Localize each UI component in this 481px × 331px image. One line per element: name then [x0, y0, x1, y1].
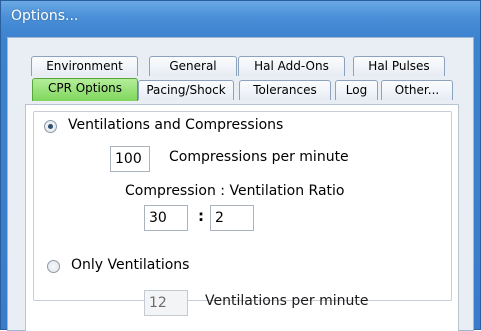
tab-other[interactable]: Other... [381, 80, 453, 100]
ventilations-and-compressions-label: Ventilations and Compressions [68, 117, 284, 133]
options-window: Options... Environment General Hal Add-O… [0, 0, 481, 331]
window-title: Options... [11, 8, 79, 24]
only-ventilations-label: Only Ventilations [71, 257, 190, 273]
tab-environment[interactable]: Environment [31, 56, 138, 76]
ratio-separator: : [198, 207, 204, 225]
compressions-per-minute-input[interactable]: 100 [110, 146, 150, 172]
cpr-options-panel: Ventilations and Compressions 100 Compre… [25, 104, 459, 331]
ratio-label: Compression : Ventilation Ratio [125, 183, 345, 199]
ventilations-per-minute-label: Ventilations per minute [205, 293, 369, 309]
ventilations-and-compressions-radio[interactable] [44, 120, 57, 133]
tab-pacing-shock[interactable]: Pacing/Shock [138, 80, 234, 100]
tab-log[interactable]: Log [335, 80, 378, 100]
compressions-per-minute-label: Compressions per minute [169, 149, 349, 165]
title-bar[interactable]: Options... [1, 1, 480, 33]
ratio-ventilation-input[interactable]: 2 [210, 205, 254, 231]
ratio-compression-input[interactable]: 30 [144, 205, 188, 231]
tab-hal-add-ons[interactable]: Hal Add-Ons [238, 56, 345, 76]
tab-general[interactable]: General [149, 56, 237, 76]
only-ventilations-radio[interactable] [47, 260, 60, 273]
tab-cpr-options[interactable]: CPR Options [32, 78, 138, 101]
tab-tolerances[interactable]: Tolerances [239, 80, 331, 100]
tab-hal-pulses[interactable]: Hal Pulses [353, 56, 445, 76]
ventilations-per-minute-input[interactable]: 12 [144, 290, 188, 316]
